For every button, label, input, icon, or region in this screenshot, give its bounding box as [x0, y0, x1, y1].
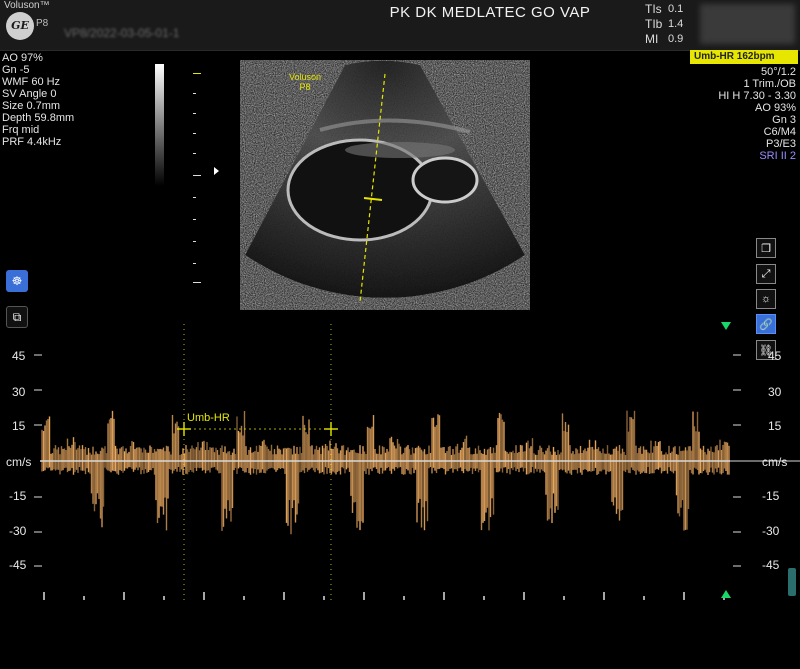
param-ao: AO 93% — [755, 102, 796, 114]
param-size: Size 0.7mm — [2, 100, 61, 112]
param-preset: 1 Trim./OB — [743, 78, 796, 90]
velocity-tick-label: 30 — [12, 385, 26, 399]
velocity-unit-label: cm/s — [762, 455, 788, 469]
scroll-handle[interactable] — [788, 568, 796, 596]
brightness-button[interactable]: ☼ — [756, 289, 776, 309]
brightness-icon: ☼ — [760, 293, 772, 305]
depth-tick — [193, 219, 196, 220]
copy-icon: ❐ — [761, 242, 771, 255]
probe-view-icon: ☸ — [11, 274, 23, 288]
index-label: TIb — [645, 17, 663, 31]
velocity-unit-label: cm/s — [6, 455, 32, 469]
param-wmf: WMF 60 Hz — [2, 76, 61, 88]
image-label-brand: Voluson — [289, 72, 322, 82]
index-value: 1.4 — [668, 18, 684, 30]
depth-tick — [193, 197, 196, 198]
bottom-marker-icon — [721, 590, 731, 598]
param-frequency: Frq mid — [2, 124, 40, 136]
param-sri: SRI II 2 — [759, 150, 796, 162]
velocity-tick-label: -15 — [9, 489, 27, 503]
velocity-tick-label: -30 — [762, 524, 780, 538]
velocity-tick-label: 15 — [768, 419, 782, 433]
param-pe: P3/E3 — [766, 138, 796, 150]
velocity-tick-label: -30 — [9, 524, 27, 538]
top-marker-icon — [721, 322, 731, 330]
velocity-tick-label: 30 — [768, 385, 782, 399]
depth-tick — [193, 282, 201, 283]
velocity-tick-label: -45 — [9, 558, 27, 572]
measurement-label: Umb-HR — [187, 412, 230, 424]
bmode-image — [245, 60, 525, 303]
depth-tick — [193, 153, 196, 154]
depth-tick — [193, 175, 201, 176]
param-angle-zoom: 50°/1.2 — [761, 66, 796, 78]
time-ticks — [43, 592, 725, 600]
doppler-spectrum — [34, 324, 800, 600]
depth-tick — [193, 263, 196, 264]
copy-button[interactable]: ❐ — [756, 238, 776, 258]
index-label: MI — [645, 32, 659, 46]
probe-name: P8 — [36, 18, 49, 29]
datetime-redacted — [700, 4, 795, 44]
left-parameters: AO 97% Gn -5 WMF 60 Hz SV Angle 0 Size 0… — [2, 52, 74, 148]
brand-name: Voluson™ — [4, 0, 50, 11]
velocity-tick-label: 45 — [768, 349, 782, 363]
image-label: Voluson P8 — [289, 72, 321, 92]
focus-marker-icon — [214, 167, 219, 175]
index-value: 0.9 — [668, 33, 684, 45]
depth-tick — [193, 113, 196, 114]
fullscreen-icon: ⤢ — [761, 267, 771, 280]
param-sv-angle: SV Angle 0 — [2, 88, 57, 100]
param-cm: C6/M4 — [763, 126, 796, 138]
caliper-cross-right[interactable] — [324, 422, 338, 436]
depth-tick — [193, 73, 201, 74]
param-depth: Depth 59.8mm — [2, 112, 75, 124]
umb-hr-badge: Umb-HR 162bpm — [690, 50, 798, 64]
param-hi: HI H 7.30 - 3.30 — [718, 90, 796, 102]
param-gain: Gn -5 — [2, 64, 30, 76]
right-parameters: 50°/1.2 1 Trim./OB HI H 7.30 - 3.30 AO 9… — [718, 66, 796, 162]
param-ao: AO 97% — [2, 52, 43, 64]
doppler-waveform — [41, 410, 730, 535]
index-value: 0.1 — [668, 3, 684, 15]
velocity-tick-label: 15 — [12, 419, 26, 433]
clinic-name: PK DK MEDLATEC GO VAP — [389, 4, 591, 21]
probe-view-button[interactable]: ☸ — [6, 270, 28, 292]
velocity-tick-label: 45 — [12, 349, 26, 363]
image-label-probe: P8 — [299, 82, 311, 92]
patient-id: VP8/2022-03-05-01-1 — [64, 26, 180, 40]
ge-logo-icon: GE — [6, 12, 34, 40]
grayscale-bar — [155, 64, 164, 186]
velocity-tick-label: -15 — [762, 489, 780, 503]
param-prf: PRF 4.4kHz — [2, 136, 62, 148]
velocity-tick-label: -45 — [762, 558, 780, 572]
fullscreen-button[interactable]: ⤢ — [756, 264, 776, 284]
depth-tick — [193, 93, 196, 94]
fetal-structure — [411, 156, 479, 204]
depth-tick — [193, 241, 196, 242]
tissue-layer — [345, 142, 455, 158]
index-label: TIs — [645, 2, 662, 16]
depth-tick — [193, 133, 196, 134]
param-gain: Gn 3 — [772, 114, 796, 126]
